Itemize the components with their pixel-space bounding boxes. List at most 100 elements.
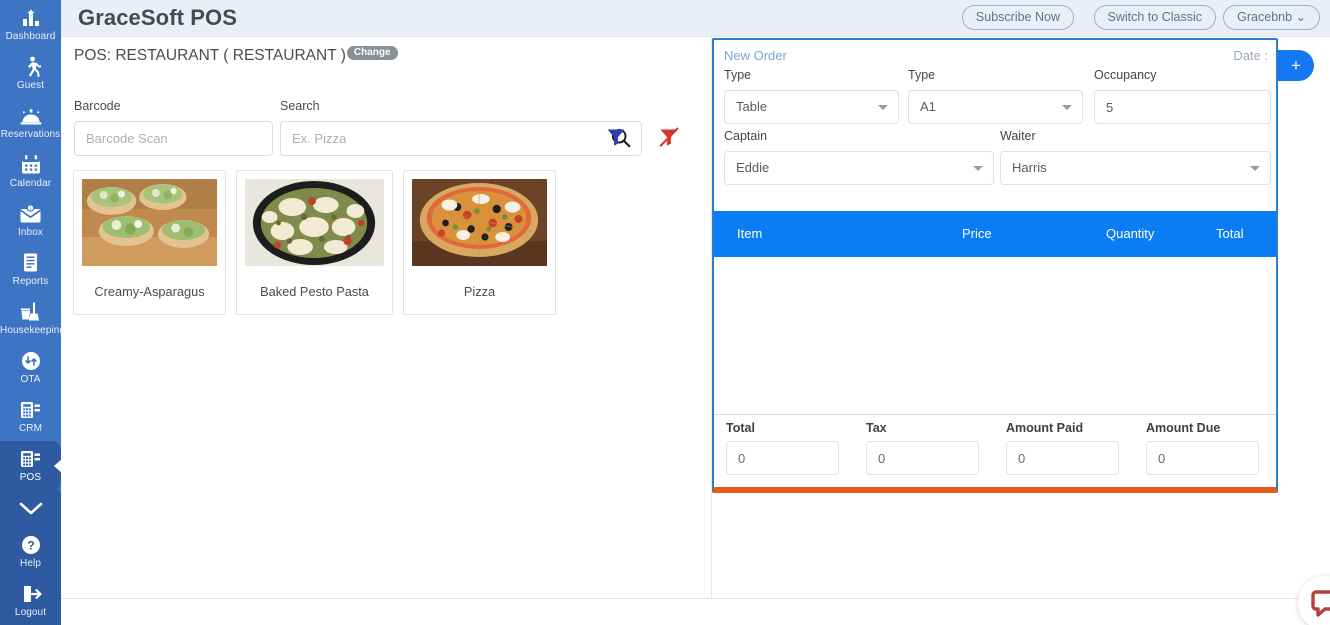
product-card-grid: Creamy-Asparagus Baked Pesto Pasta Pizza	[73, 170, 566, 315]
sidebar-item-reservations[interactable]: Reservations	[0, 98, 61, 147]
search-input[interactable]	[280, 121, 642, 156]
captain-value: Eddie	[736, 160, 770, 175]
switch-to-classic-button[interactable]: Switch to Classic	[1093, 5, 1216, 30]
barcode-input[interactable]	[74, 121, 273, 156]
chevron-down-icon	[878, 105, 888, 110]
inbox-icon: 1	[0, 203, 61, 225]
logout-icon	[0, 583, 61, 605]
order-items-table-body[interactable]	[714, 257, 1276, 415]
chevron-down-icon	[1062, 105, 1072, 110]
dashboard-icon	[0, 7, 61, 29]
total-input[interactable]	[726, 441, 839, 475]
table-value: A1	[920, 99, 936, 114]
amount-paid-input[interactable]	[1006, 441, 1119, 475]
sidebar-item-housekeeping[interactable]: Housekeeping	[0, 294, 61, 343]
product-card[interactable]: Baked Pesto Pasta	[236, 170, 393, 315]
reservations-icon	[0, 105, 61, 127]
pos-icon	[0, 448, 61, 470]
barcode-label: Barcode	[74, 99, 121, 113]
order-date-label: Date :	[1233, 48, 1268, 63]
tax-label: Tax	[866, 421, 887, 435]
chat-bubble-icon[interactable]	[1298, 576, 1330, 625]
guest-icon	[0, 56, 61, 78]
sidebar-item-reports[interactable]: Reports	[0, 245, 61, 294]
pos-outlet-name: POS: RESTAURANT ( RESTAURANT )	[74, 47, 346, 64]
svg-text:?: ?	[27, 539, 34, 553]
product-card[interactable]: Creamy-Asparagus	[73, 170, 226, 315]
sidebar-item-label: Guest	[16, 80, 45, 91]
pos-outlet-title: POS: RESTAURANT ( RESTAURANT ) Change	[74, 46, 398, 65]
amount-due-label: Amount Due	[1146, 421, 1221, 435]
main-sidebar: Dashboard Guest Reservations Calendar 1 …	[0, 0, 61, 625]
page-title: GraceSoft POS	[78, 5, 238, 30]
sidebar-item-crm[interactable]: CRM	[0, 392, 61, 441]
sidebar-item-guest[interactable]: Guest	[0, 49, 61, 98]
captain-label: Captain	[724, 129, 768, 143]
product-name: Creamy-Asparagus	[94, 284, 205, 299]
reports-icon	[0, 252, 61, 274]
product-card[interactable]: Pizza	[403, 170, 556, 315]
order-panel-title: New Order	[724, 48, 787, 63]
sidebar-item-label: Calendar	[9, 178, 52, 189]
waiter-select[interactable]: Harris	[1000, 151, 1271, 185]
order-type-value: Table	[736, 99, 768, 114]
captain-select[interactable]: Eddie	[724, 151, 994, 185]
sidebar-item-inbox[interactable]: 1 Inbox	[0, 196, 61, 245]
sidebar-item-label: Help	[20, 558, 41, 569]
sidebar-item-label: Housekeeping	[0, 325, 61, 336]
filter-icon[interactable]	[604, 125, 628, 154]
product-image-creamy-asparagus	[82, 179, 217, 266]
help-icon: ?	[0, 534, 61, 556]
amount-due-input[interactable]	[1146, 441, 1259, 475]
column-header-item: Item	[737, 226, 763, 241]
sidebar-item-help[interactable]: ? Help	[0, 527, 61, 576]
content-divider	[61, 598, 1330, 599]
sidebar-item-calendar[interactable]: Calendar	[0, 147, 61, 196]
top-header-bar: GraceSoft POS Subscribe Now Switch to Cl…	[61, 0, 1330, 37]
sidebar-item-dashboard[interactable]: Dashboard	[0, 0, 61, 49]
column-header-quantity: Quantity	[1106, 226, 1155, 241]
amount-paid-label: Amount Paid	[1006, 421, 1084, 435]
sidebar-item-logout[interactable]: Logout	[0, 576, 61, 625]
chevron-down-icon[interactable]	[0, 489, 61, 527]
account-menu-button[interactable]: Gracebnb ⌄	[1223, 5, 1320, 30]
waiter-value: Harris	[1012, 160, 1047, 175]
product-image-pizza	[412, 179, 547, 266]
calendar-icon	[0, 154, 61, 176]
total-label: Total	[726, 421, 755, 435]
product-image-baked-pesto-pasta	[245, 179, 384, 266]
occupancy-label: Occupancy	[1094, 68, 1157, 82]
sidebar-item-label: Logout	[14, 607, 47, 618]
occupancy-input[interactable]	[1094, 90, 1271, 124]
column-header-total: Total	[1216, 226, 1244, 241]
change-outlet-badge[interactable]: Change	[346, 46, 398, 60]
sidebar-item-ota[interactable]: OTA	[0, 343, 61, 392]
table-type-label: Type	[908, 68, 936, 82]
new-order-panel: New Order Date : Type Table Type A1 Occu…	[712, 38, 1278, 493]
active-indicator-arrow	[54, 458, 61, 473]
waiter-label: Waiter	[1000, 129, 1036, 143]
crm-icon	[0, 399, 61, 421]
chevron-down-icon	[973, 166, 983, 171]
sidebar-item-pos[interactable]: POS	[0, 441, 61, 490]
sidebar-bottom-group: ? Help Logout	[0, 487, 61, 625]
order-items-table-header: Item Price Quantity Total	[714, 211, 1276, 257]
filter-clear-icon[interactable]	[657, 125, 681, 154]
add-order-button[interactable]: +	[1278, 50, 1314, 81]
sidebar-item-label: Dashboard	[5, 31, 56, 42]
chevron-down-icon	[1250, 166, 1260, 171]
sidebar-item-label: Reports	[12, 276, 49, 287]
order-type-label: Type	[724, 68, 752, 82]
subscribe-now-button[interactable]: Subscribe Now	[961, 5, 1074, 30]
pos-left-pane: POS: RESTAURANT ( RESTAURANT ) Change Bar…	[61, 37, 712, 598]
sidebar-item-label: Reservations	[0, 129, 61, 140]
search-label: Search	[280, 99, 320, 113]
pos-application: Dashboard Guest Reservations Calendar 1 …	[0, 0, 1330, 625]
order-type-select[interactable]: Table	[724, 90, 899, 124]
ota-icon	[0, 350, 61, 372]
table-select[interactable]: A1	[908, 90, 1083, 124]
sidebar-item-label: POS	[19, 472, 42, 483]
tax-input[interactable]	[866, 441, 979, 475]
sidebar-item-label: OTA	[20, 374, 41, 385]
column-header-price: Price	[962, 226, 992, 241]
